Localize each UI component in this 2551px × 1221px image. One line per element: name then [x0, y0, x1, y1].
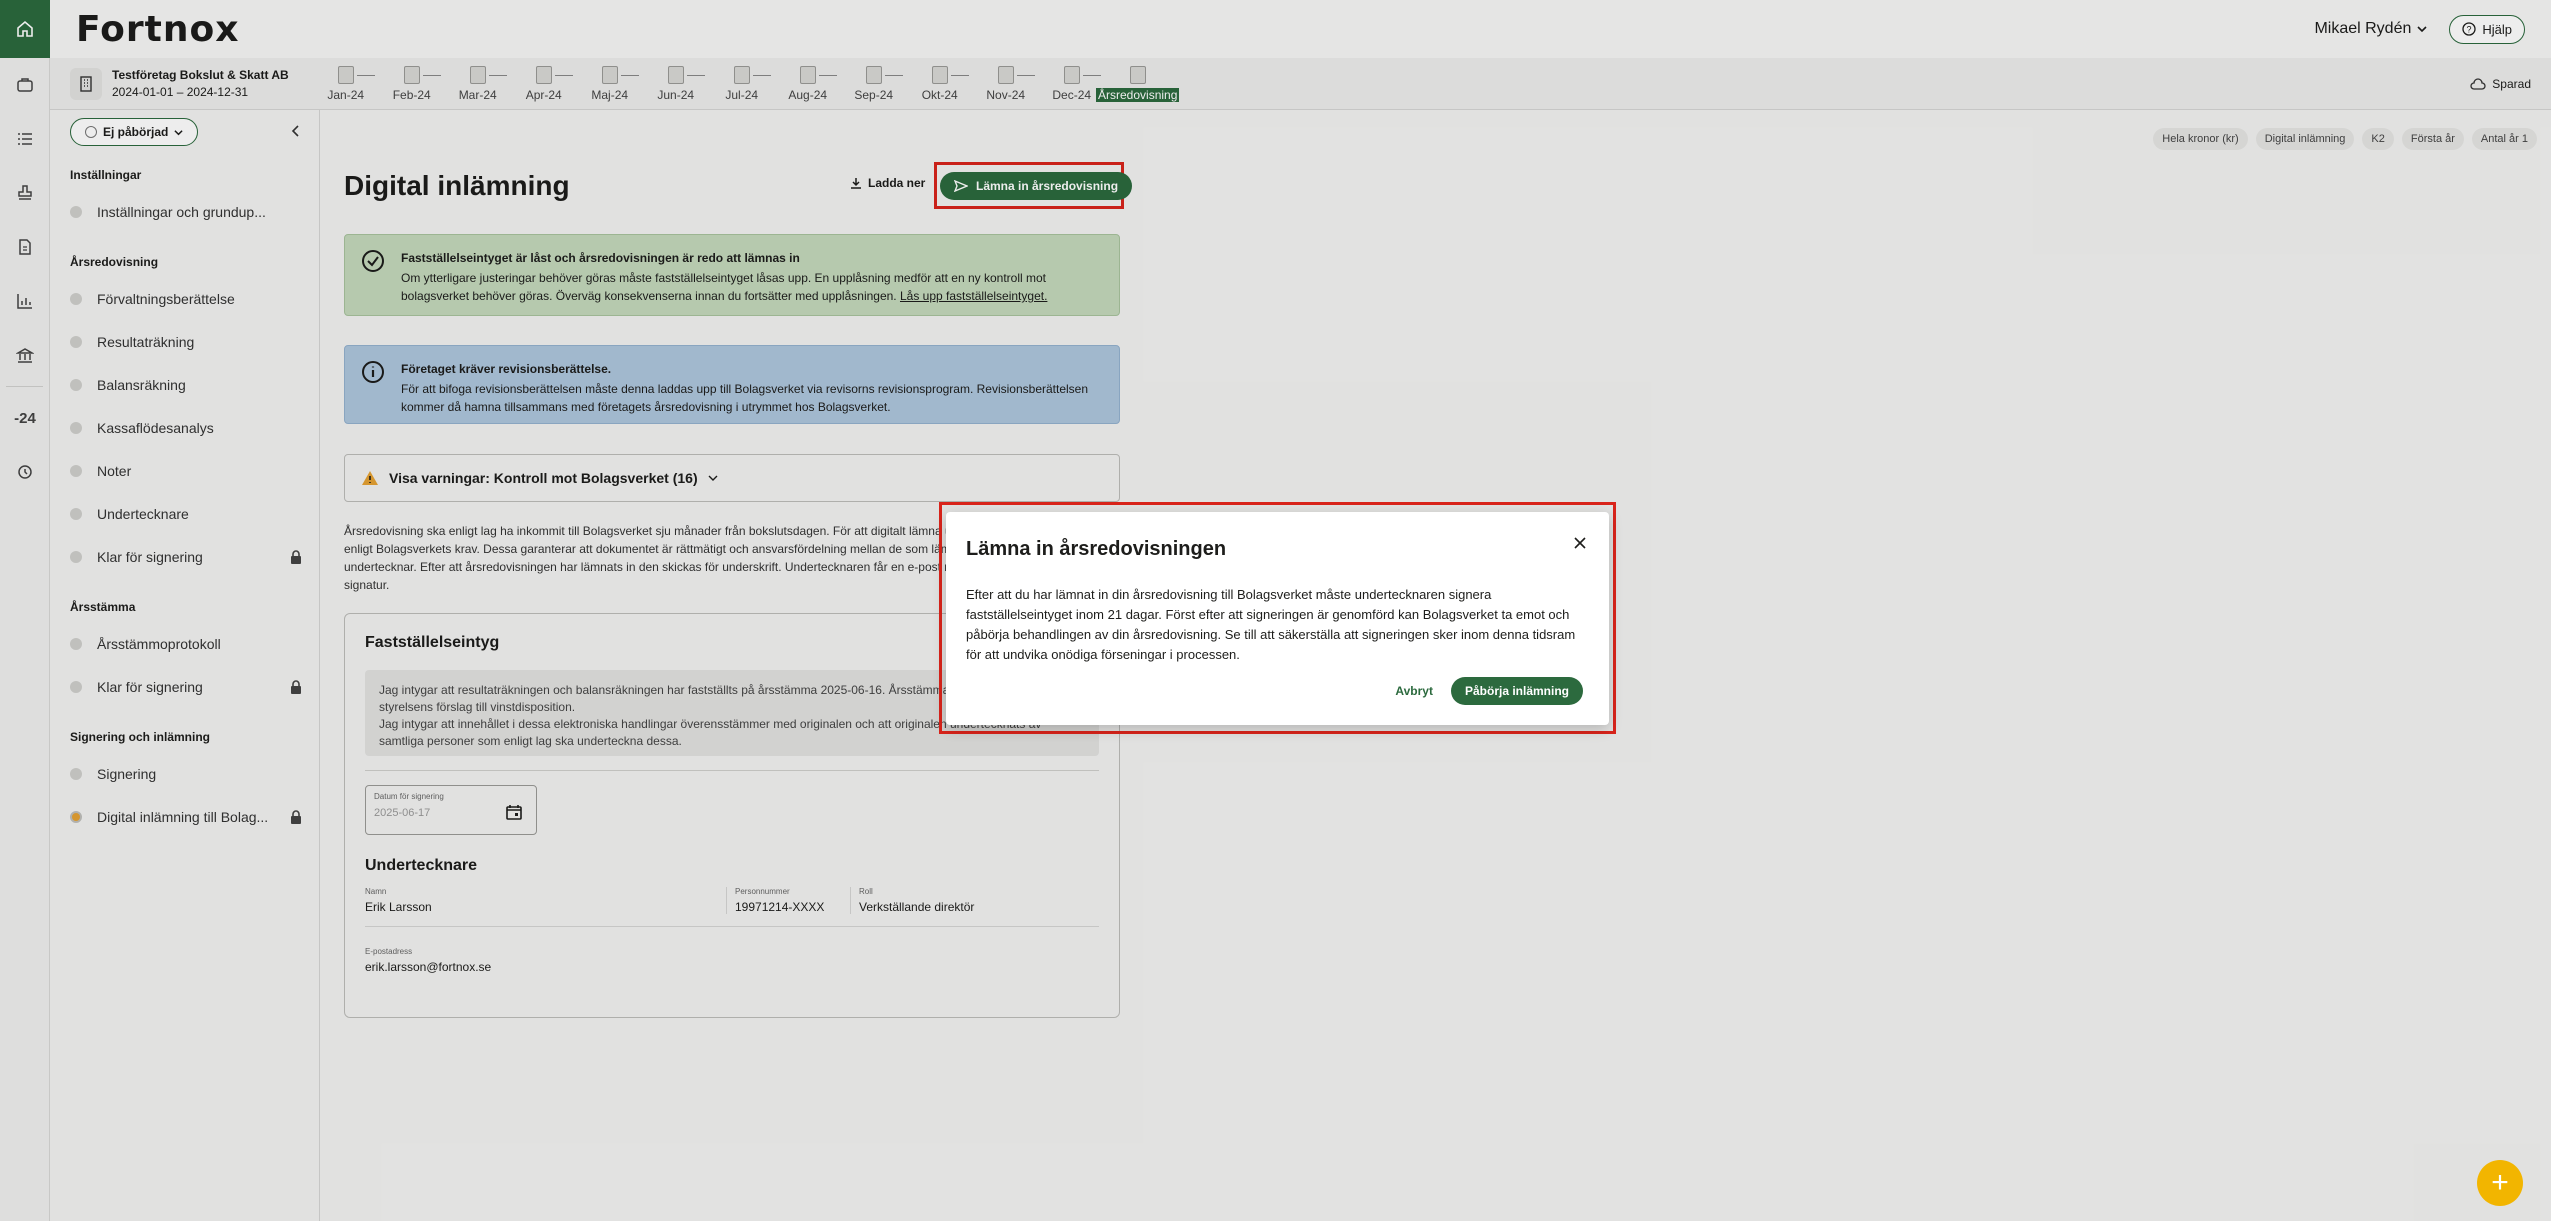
add-fab-button[interactable]: +: [2477, 1160, 2523, 1206]
start-submission-button[interactable]: Påbörja inlämning: [1450, 677, 1583, 705]
submit-dialog: Lämna in årsredovisningen Efter att du h…: [946, 512, 1609, 725]
dialog-text: Efter att du har lämnat in din årsredovi…: [966, 587, 1576, 662]
cancel-button[interactable]: Avbryt: [1395, 684, 1433, 698]
close-icon[interactable]: [1573, 536, 1587, 550]
dialog-title: Lämna in årsredovisningen: [966, 538, 1227, 560]
